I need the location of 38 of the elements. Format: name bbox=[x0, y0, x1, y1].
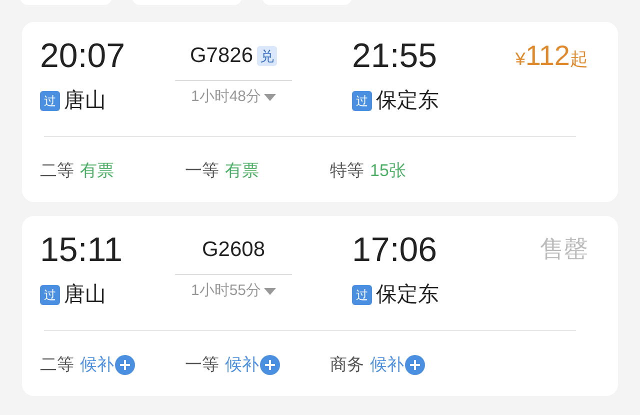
waitlist-link[interactable]: 候补 bbox=[225, 353, 259, 377]
ticket-availability: 15张 bbox=[370, 160, 406, 182]
price: ¥112起 bbox=[515, 40, 588, 71]
plus-icon[interactable] bbox=[115, 355, 135, 375]
sold-out-label: 售罄 bbox=[540, 236, 588, 263]
seat-class: 商务 bbox=[330, 354, 364, 376]
waitlist-link[interactable]: 候补 bbox=[370, 353, 404, 377]
exchange-badge: 兑 bbox=[257, 46, 278, 66]
ticket-availability: 有票 bbox=[80, 160, 114, 182]
departure-station: 唐山 bbox=[64, 282, 106, 308]
caret-icon[interactable] bbox=[264, 94, 276, 100]
arrival-station: 保定东 bbox=[376, 88, 439, 114]
train-card[interactable]: 20:07 过 唐山 G7826 兑 1小时48分 21:55 过 保定东 ¥112起 二等 有票 一等 有票 特等 15张 bbox=[22, 22, 618, 202]
train-number: G7826 bbox=[190, 43, 254, 69]
plus-icon[interactable] bbox=[260, 355, 280, 375]
pass-through-badge: 过 bbox=[352, 91, 372, 111]
waitlist-link[interactable]: 候补 bbox=[80, 353, 114, 377]
arrival-time: 21:55 bbox=[352, 36, 438, 76]
pass-through-badge: 过 bbox=[40, 91, 60, 111]
pass-through-badge: 过 bbox=[40, 285, 60, 305]
pass-through-badge: 过 bbox=[352, 285, 372, 305]
seat-class: 特等 bbox=[330, 160, 364, 182]
departure-time: 20:07 bbox=[40, 36, 126, 76]
duration[interactable]: 1小时55分 bbox=[190, 280, 262, 302]
train-number: G2608 bbox=[202, 237, 266, 263]
train-card[interactable]: 15:11 过 唐山 G2608 1小时55分 17:06 过 保定东 售罄 二等 候补 一等 候补 商务 候补 bbox=[22, 216, 618, 396]
seat-class: 一等 bbox=[185, 160, 219, 182]
caret-icon[interactable] bbox=[264, 288, 276, 294]
ticket-availability: 有票 bbox=[225, 160, 259, 182]
seat-class: 二等 bbox=[40, 160, 74, 182]
seat-class: 一等 bbox=[185, 354, 219, 376]
duration[interactable]: 1小时48分 bbox=[190, 86, 262, 108]
arrival-station: 保定东 bbox=[376, 282, 439, 308]
departure-time: 15:11 bbox=[40, 230, 123, 270]
seat-class: 二等 bbox=[40, 354, 74, 376]
departure-station: 唐山 bbox=[64, 88, 106, 114]
arrival-time: 17:06 bbox=[352, 230, 438, 270]
plus-icon[interactable] bbox=[405, 355, 425, 375]
